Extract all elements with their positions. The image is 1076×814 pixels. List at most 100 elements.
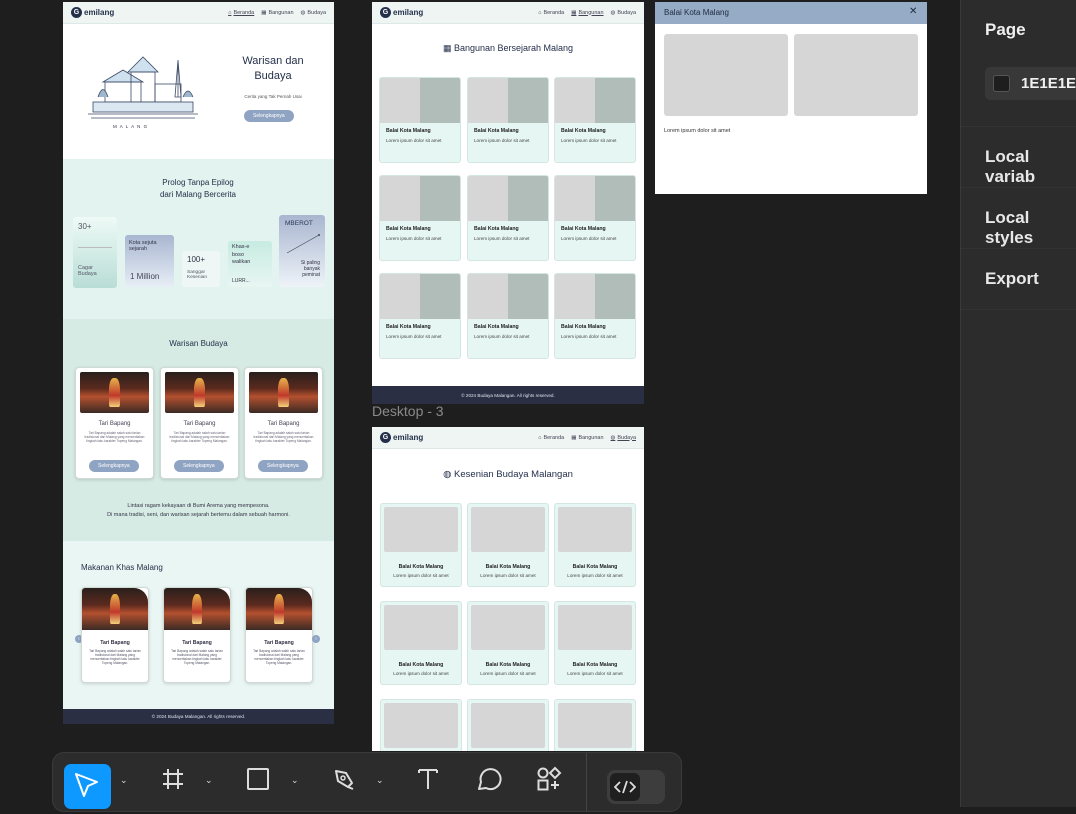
nav-budaya[interactable]: ◍ Budaya [301,10,326,16]
comment-icon [478,768,502,791]
card-title: Tari Bapang [183,421,216,427]
color-hex-value[interactable]: 1E1E1E [1021,75,1076,92]
logo-text: emilang [393,433,424,442]
rectangle-tool-button[interactable] [245,766,271,792]
navbar: Gemilang ⌂ Beranda ▦ Bangunan ◍ Budaya [63,2,334,24]
card-button[interactable]: Selengkapnya [258,460,308,472]
pointer-icon [75,773,98,797]
kesenian-card[interactable]: Balai Kota Malang Lorem ipsum dolor sit a… [380,601,462,685]
nav-beranda[interactable]: ⌂ Beranda [538,435,564,441]
hero-title: Warisan dan Budaya [242,55,304,83]
nav-beranda[interactable]: ⌂ Beranda [538,10,564,16]
modal-frame[interactable]: Balai Kota Malang ✕ Lorem ipsum dolor si… [655,2,927,194]
modal-desc: Lorem ipsum dolor sit amet [664,128,731,134]
building-icon: ▦ [571,9,577,16]
dev-mode-toggle[interactable] [607,770,665,804]
chevron-down-icon[interactable]: ⌄ [205,775,213,786]
card-desc: Lorem ipsum dolor sit amet [474,236,530,241]
desktop-2-frame[interactable]: Gemilang ⌂ Beranda ▦ Bangunan ◍ Budaya ▦ Ba… [372,2,644,404]
makanan-card[interactable]: Tari Bapang Tari Bapang adalah salah sat… [163,587,231,683]
bangunan-card[interactable]: Balai Kota Malang Lorem ipsum dolor sit a… [379,77,461,163]
makanan-card[interactable]: Tari Bapang Tari Bapang adalah salah sat… [245,587,313,683]
warisan-card[interactable]: Tari Bapang Tari Bapang adalah salah sat… [75,367,154,479]
card-desc: Tari Bapang adalah salah satu tarian tra… [171,649,223,666]
modal-image [664,34,788,116]
components-tool-button[interactable] [536,766,562,792]
comment-tool-button[interactable] [476,766,502,792]
nav-beranda[interactable]: ⌂ Beranda [228,10,254,16]
modal-image [794,34,918,116]
chevron-down-icon[interactable]: ⌄ [291,775,299,786]
hero-cta-button[interactable]: Selengkapnya [244,110,294,122]
logo[interactable]: Gemilang [380,7,423,18]
chevron-down-icon[interactable]: ⌄ [376,775,384,786]
text-tool-button[interactable] [415,766,441,792]
kesenian-card[interactable] [380,699,462,751]
makanan-card[interactable]: Tari Bapang Tari Bapang adalah salah sat… [81,587,149,683]
bangunan-card[interactable]: Balai Kota Malang Lorem ipsum dolor sit a… [467,175,549,261]
desktop-1-frame[interactable]: Gemilang ⌂ Beranda ▦ Bangunan ◍ Budaya M A … [63,2,334,724]
nav-bangunan[interactable]: ▦ Bangunan [261,10,293,16]
carousel-next-button[interactable]: › [312,635,320,643]
page-color-field[interactable]: 1E1E1E [985,67,1076,100]
kesenian-card[interactable] [554,699,636,751]
card-button[interactable]: Selengkapnya [174,460,224,472]
logo[interactable]: Gemilang [71,7,114,18]
card-title: Balai Kota Malang [561,226,606,232]
close-icon[interactable]: ✕ [909,6,917,17]
kesenian-card[interactable]: Balai Kota Malang Lorem ipsum dolor sit a… [380,503,462,587]
toolbar-divider [586,753,587,811]
move-tool-button[interactable] [64,764,111,809]
desktop-3-frame[interactable]: Gemilang ⌂ Beranda ▦ Bangunan ◍ Budaya ◍ Ke… [372,427,644,751]
bangunan-card[interactable]: Balai Kota Malang Lorem ipsum dolor sit a… [467,77,549,163]
card-title: Balai Kota Malang [561,128,606,134]
footer: © 2024 Budaya Malangan. All rights reser… [372,386,644,404]
bangunan-card[interactable]: Balai Kota Malang Lorem ipsum dolor sit a… [554,273,636,359]
palette-icon: ◍ [443,469,452,480]
properties-panel: Page 1E1E1E Local variab Local styles Ex… [960,0,1076,807]
page-title-text: Bangunan Bersejarah Malang [453,43,574,53]
frame-tool-button[interactable] [160,766,186,792]
export-item[interactable]: Export [985,269,1039,289]
bangunan-card[interactable]: Balai Kota Malang Lorem ipsum dolor sit a… [467,273,549,359]
bangunan-card[interactable]: Balai Kota Malang Lorem ipsum dolor sit a… [379,273,461,359]
kesenian-card[interactable]: Balai Kota Malang Lorem ipsum dolor sit a… [554,503,636,587]
stat-title: MBEROT [285,220,313,227]
color-swatch[interactable] [993,75,1010,92]
bangunan-card[interactable]: Balai Kota Malang Lorem ipsum dolor sit a… [379,175,461,261]
stat-label: Kota sejuta sejarah [129,240,157,252]
tagline: Lintasi ragam kekayaan di Bumi Arema yan… [107,503,290,518]
malang-illustration [88,56,198,119]
card-image [471,703,545,748]
card-image [468,176,548,221]
kesenian-card[interactable]: Balai Kota Malang Lorem ipsum dolor sit a… [467,503,549,587]
pen-tool-button[interactable] [331,766,357,792]
local-styles-item[interactable]: Local styles [985,208,1076,248]
prolog-section: Prolog Tanpa Epilog dari Malang Bercerit… [63,159,334,319]
card-desc: Lorem ipsum dolor sit amet [480,573,536,578]
bangunan-card[interactable]: Balai Kota Malang Lorem ipsum dolor sit a… [554,77,636,163]
nav-budaya[interactable]: ◍ Budaya [611,435,636,441]
logo-mark: G [380,7,391,18]
kesenian-card[interactable]: Balai Kota Malang Lorem ipsum dolor sit a… [467,601,549,685]
home-icon: ⌂ [538,9,542,16]
stat-label: Sanggar Kesenian [187,270,208,280]
local-variables-item[interactable]: Local variab [985,147,1076,187]
frame-label[interactable]: Desktop - 3 [372,403,444,419]
chevron-down-icon[interactable]: ⌄ [120,775,128,786]
nav-bangunan[interactable]: ▦ Bangunan [571,435,603,441]
card-button[interactable]: Selengkapnya [89,460,139,472]
warisan-card[interactable]: Tari Bapang Tari Bapang adalah salah sat… [244,367,323,479]
card-desc: Lorem ipsum dolor sit amet [480,671,536,676]
building-icon: ▦ [261,9,267,16]
nav-budaya[interactable]: ◍ Budaya [611,10,636,16]
bangunan-card[interactable]: Balai Kota Malang Lorem ipsum dolor sit a… [554,175,636,261]
stat-sub: LURR... [232,278,250,284]
kesenian-card[interactable] [467,699,549,751]
modal-title: Balai Kota Malang [664,8,729,17]
kesenian-card[interactable]: Balai Kota Malang Lorem ipsum dolor sit a… [554,601,636,685]
nav-bangunan[interactable]: ▦ Bangunan [571,10,603,16]
logo-mark: G [380,432,391,443]
logo[interactable]: Gemilang [380,432,423,443]
warisan-card[interactable]: Tari Bapang Tari Bapang adalah salah sat… [160,367,239,479]
